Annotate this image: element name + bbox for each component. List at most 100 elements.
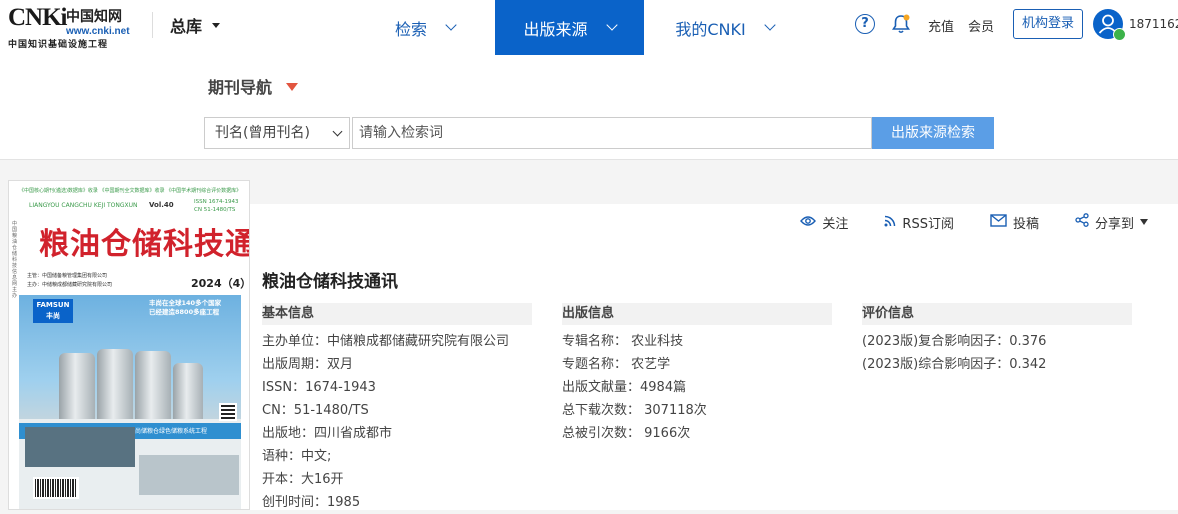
journal-navigation-dropdown[interactable]: 期刊导航: [208, 74, 299, 98]
nav-my-cnki[interactable]: 我的CNKI: [652, 0, 797, 55]
cover-title: 粮油仓储科技通讯: [39, 227, 249, 262]
info-row: ISSN：1674-1943: [262, 380, 376, 395]
share-dropdown[interactable]: 分享到: [1075, 212, 1148, 232]
chevron-down-icon: [605, 18, 618, 31]
cover-volume: Vol.40: [149, 201, 174, 209]
nav-publication-source[interactable]: 出版来源: [495, 0, 644, 55]
cover-pinyin: LIANGYOU CANGCHU KEJI TONGXUN: [29, 202, 138, 209]
cover-photo: FAMSUN 丰尚 丰尚在全球140多个国家 已经建造8800多座工程 丰尚储粮…: [19, 295, 241, 509]
journal-cover-image: 《中国核心期刊(遴选)数据库》收录 《中国期刊全文数据库》收录 《中国学术期刊综…: [8, 180, 250, 510]
cover-index-strip: 《中国核心期刊(遴选)数据库》收录 《中国期刊全文数据库》收录 《中国学术期刊综…: [19, 188, 241, 194]
info-row: 出版周期：双月: [262, 357, 354, 372]
info-row: 主办单位：中储粮成都储藏研究院有限公司: [262, 334, 510, 349]
nav-search[interactable]: 检索: [365, 0, 485, 55]
cover-publisher-line: 主办：中储粮成都储藏研究院有限公司: [27, 282, 113, 288]
silo-shape: [173, 363, 203, 423]
topup-link[interactable]: 充值: [928, 16, 954, 35]
chevron-down-icon: [332, 126, 343, 137]
cover-side-text: 中国粮油仓储科技信息网主办: [12, 221, 18, 299]
rss-icon: [884, 213, 896, 231]
logo-chinese-name: 中国知网: [66, 9, 122, 25]
verified-check-icon: [1113, 28, 1126, 41]
logo-subtitle: 中国知识基础设施工程: [8, 40, 109, 50]
library-label: 总库: [170, 17, 203, 36]
share-icon: [1075, 213, 1089, 231]
info-row: 专题名称： 农艺学: [562, 357, 671, 372]
help-icon[interactable]: ?: [855, 14, 875, 34]
cover-slogan-line: 丰尚在全球140多个国家: [149, 299, 222, 307]
info-row: 出版地：四川省成都市: [262, 426, 393, 441]
nav-mycnki-label: 我的CNKI: [675, 19, 746, 39]
silo-shape: [135, 351, 171, 423]
cover-issn-line: ISSN 1674-1943: [194, 199, 239, 205]
cover-band-text: 丰尚储粮仓绿色储粮系统工程: [129, 428, 208, 435]
famsun-logo: FAMSUN 丰尚: [33, 299, 73, 323]
cover-slogan-line: 已经建造8800多座工程: [149, 308, 220, 316]
evaluation-info-heading: 评价信息: [862, 303, 1132, 325]
logo-mark: CNKi: [8, 4, 67, 31]
journal-title: 粮油仓储科技通讯: [262, 272, 398, 292]
envelope-icon: [990, 213, 1007, 231]
submit-label: 投稿: [1012, 216, 1039, 232]
info-row: 专辑名称： 农业科技: [562, 334, 684, 349]
cover-thumbnail: [25, 427, 135, 467]
cover-slogan: 丰尚在全球140多个国家 已经建造8800多座工程: [149, 299, 221, 317]
logo-url: www.cnki.net: [66, 26, 130, 37]
silo-shape: [59, 353, 95, 423]
cover-thumbnail: [139, 455, 239, 495]
info-row: 创刊时间：1985: [262, 495, 361, 510]
member-link[interactable]: 会员: [968, 16, 994, 35]
cover-publisher-line: 主管：中国储备粮管理集团有限公司: [27, 273, 108, 279]
search-input[interactable]: 请输入检索词: [352, 117, 872, 149]
info-row: 开本：大16开: [262, 472, 344, 487]
username[interactable]: 1871162: [1129, 17, 1178, 31]
cover-publisher: 主管：中国储备粮管理集团有限公司 主办：中储粮成都储藏研究院有限公司: [27, 272, 112, 290]
share-label: 分享到: [1094, 216, 1134, 232]
journal-navigation-label: 期刊导航: [208, 78, 273, 97]
info-row: 总下载次数： 307118次: [562, 403, 707, 418]
silo-shape: [97, 349, 133, 423]
journal-detail-panel: 关注 RSS订阅 投稿 分享到 粮油仓储科技通讯 基本信息 主办单位：中储粮成都…: [250, 204, 1178, 510]
info-row: 出版文献量：4984篇: [562, 380, 687, 395]
journal-toolbar: 关注 RSS订阅 投稿 分享到: [764, 212, 1148, 232]
follow-button[interactable]: 关注: [800, 212, 848, 232]
triangle-down-icon: [286, 82, 299, 91]
eye-icon: [800, 213, 817, 231]
nav-search-label: 检索: [394, 19, 427, 39]
publication-info-section: 出版信息 专辑名称： 农业科技 专题名称： 农艺学 出版文献量：4984篇 总下…: [562, 303, 832, 445]
info-row: 总被引次数： 9166次: [562, 426, 691, 441]
cover-cn-line: CN 51-1480/TS: [194, 207, 236, 213]
evaluation-info-section: 评价信息 (2023版)复合影响因子：0.376 (2023版)综合影响因子：0…: [862, 303, 1132, 376]
basic-info-section: 基本信息 主办单位：中储粮成都储藏研究院有限公司 出版周期：双月 ISSN：16…: [262, 303, 532, 514]
rss-label: RSS订阅: [902, 216, 954, 232]
search-section: 期刊导航 刊名(曾用刊名) 请输入检索词 出版来源检索: [0, 55, 1178, 160]
top-bar: CNKi 中国知网 www.cnki.net 中国知识基础设施工程 总库 检索 …: [0, 0, 1178, 55]
publication-source-search-button[interactable]: 出版来源检索: [872, 117, 994, 149]
bell-icon[interactable]: [890, 13, 912, 35]
follow-label: 关注: [822, 216, 849, 232]
chevron-down-icon: [764, 18, 776, 31]
basic-info-heading: 基本信息: [262, 303, 532, 325]
search-field-value: 刊名(曾用刊名): [215, 125, 310, 141]
info-row: (2023版)复合影响因子：0.376: [862, 334, 1047, 349]
qr-code-icon: [219, 403, 237, 421]
chevron-down-icon: [445, 18, 457, 31]
institution-login-button[interactable]: 机构登录: [1013, 9, 1083, 39]
info-row: (2023版)综合影响因子：0.342: [862, 357, 1047, 372]
rss-subscribe-button[interactable]: RSS订阅: [884, 212, 954, 232]
barcode-icon: [33, 477, 79, 499]
cnki-logo[interactable]: CNKi 中国知网 www.cnki.net 中国知识基础设施工程: [8, 4, 138, 50]
submit-manuscript-button[interactable]: 投稿: [990, 212, 1039, 232]
info-row: CN：51-1480/TS: [262, 403, 369, 418]
search-field-select[interactable]: 刊名(曾用刊名): [204, 117, 350, 149]
info-row: 语种：中文;: [262, 449, 332, 464]
user-avatar[interactable]: [1093, 9, 1126, 41]
publication-info-heading: 出版信息: [562, 303, 832, 325]
cover-issn: ISSN 1674-1943 CN 51-1480/TS: [194, 198, 238, 214]
cover-issue: 2024（4）: [191, 277, 250, 290]
caret-down-icon: [212, 23, 221, 28]
logo-divider: [152, 12, 153, 38]
library-dropdown[interactable]: 总库: [170, 13, 221, 37]
nav-source-label: 出版来源: [523, 19, 588, 39]
caret-down-icon: [1140, 219, 1148, 225]
